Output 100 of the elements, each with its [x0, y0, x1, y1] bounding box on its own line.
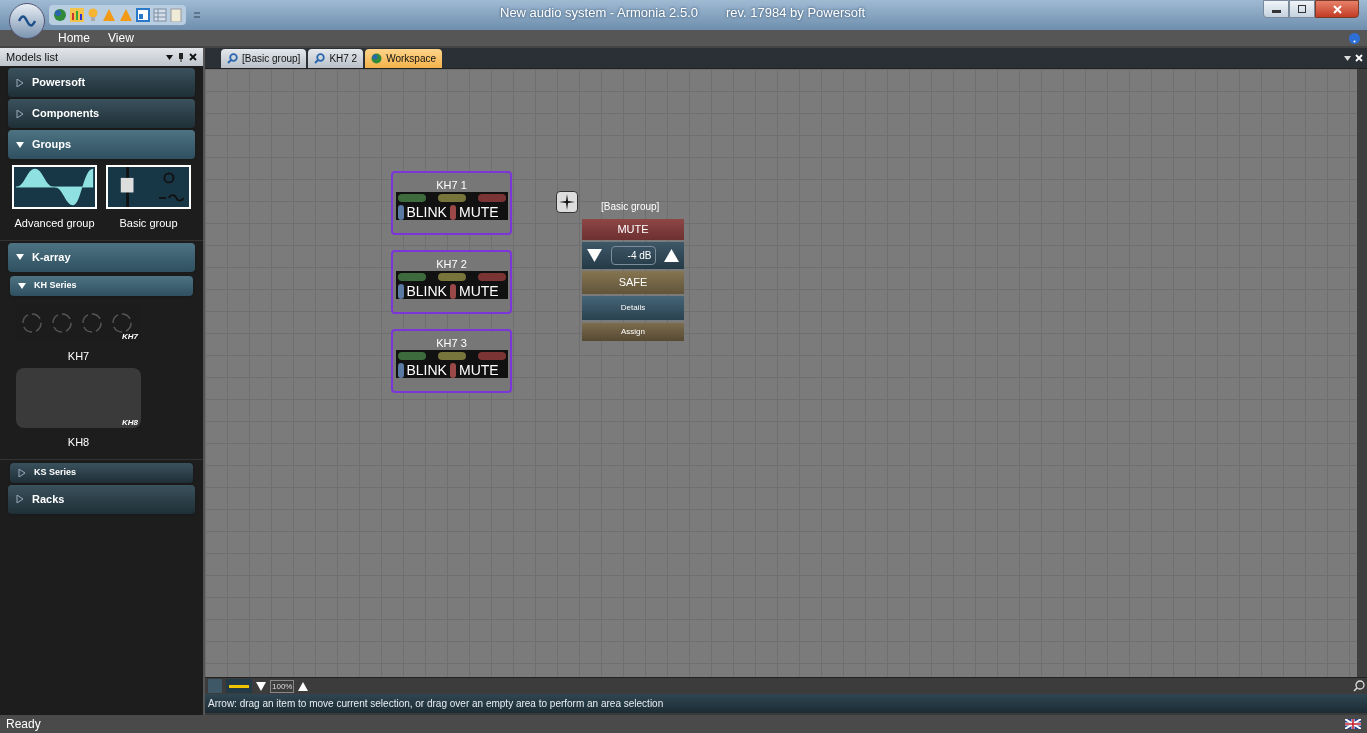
section-header[interactable]: Powersoft — [8, 68, 195, 97]
knob-icon — [81, 311, 103, 334]
indicator-icon — [397, 283, 404, 299]
device-title: KH7 2 — [436, 257, 467, 271]
help-icon[interactable] — [1349, 33, 1360, 44]
indicator-icon — [449, 204, 456, 220]
led-icon — [477, 352, 506, 360]
model-label: KH7 — [67, 348, 90, 364]
device-button[interactable]: MUTE — [449, 283, 499, 299]
collapsed-arrow-icon — [16, 78, 24, 87]
revision-label: rev. 17984 by Powersoft — [726, 4, 866, 22]
globe-icon — [371, 53, 383, 64]
restore-button[interactable] — [1289, 0, 1315, 18]
expanded-arrow-icon — [16, 140, 24, 149]
collapsed-arrow-icon — [16, 109, 24, 118]
device-button[interactable]: BLINK — [397, 362, 447, 378]
window-title: New audio system - Armonia 2.5.0 — [500, 4, 698, 22]
model-tile[interactable]: KH7 KH7 — [16, 303, 141, 364]
led-icon — [397, 352, 426, 360]
model-tile[interactable]: KH8 KH8 — [16, 368, 141, 451]
search-icon[interactable] — [1353, 680, 1365, 692]
vertical-scrollbar[interactable] — [1357, 69, 1367, 677]
globe-icon[interactable] — [53, 8, 67, 22]
document-tab[interactable]: Workspace — [365, 49, 442, 68]
model-label: KH8 — [67, 435, 90, 450]
device-button[interactable]: MUTE — [449, 362, 499, 378]
search-icon — [314, 53, 326, 64]
model-tile[interactable]: Basic group — [106, 165, 191, 232]
document-tab[interactable]: [Basic group] — [221, 49, 307, 68]
indicator-icon — [449, 362, 456, 378]
model-label: Basic group — [119, 216, 178, 231]
device-button[interactable]: MUTE — [449, 204, 499, 220]
led-icon — [397, 273, 426, 281]
panel-title: Models list — [6, 49, 58, 65]
document-tab[interactable]: KH7 2 — [308, 49, 364, 68]
window-icon[interactable] — [136, 8, 150, 22]
chart-icon[interactable] — [70, 8, 84, 22]
gain-field[interactable]: -4 dB — [610, 246, 656, 265]
subsection-header[interactable]: KS Series — [10, 462, 193, 483]
assign-button[interactable]: Assign — [582, 323, 684, 341]
clipboard-icon[interactable] — [170, 8, 182, 22]
group-handle[interactable] — [556, 191, 578, 213]
minimize-button[interactable] — [1263, 0, 1289, 18]
status-text: Ready — [6, 716, 41, 733]
zoom-level[interactable]: 100% — [270, 679, 295, 693]
device-node[interactable]: KH7 3 BLINK MUTE — [391, 329, 512, 393]
device-node[interactable]: KH7 1 BLINK MUTE — [391, 171, 512, 235]
device-title: KH7 3 — [436, 336, 467, 350]
fader-thumbnail-icon — [106, 165, 191, 209]
details-button[interactable]: Details — [582, 296, 684, 320]
dropdown-icon[interactable] — [166, 54, 173, 60]
device-button[interactable]: BLINK — [397, 283, 447, 299]
collapsed-arrow-icon — [18, 468, 26, 477]
device-node[interactable]: KH7 2 BLINK MUTE — [391, 250, 512, 314]
workspace-canvas[interactable]: KH7 1 BLINK MUTE KH7 2 BLINK MUTE KH7 3 BLINK MUTE [Basic group] MUTE -4 dB SAFE Details Assign — [205, 69, 1357, 677]
close-icon — [1332, 4, 1342, 14]
dropdown-icon[interactable] — [1344, 56, 1351, 61]
led-icon — [437, 352, 466, 360]
collapsed-arrow-icon — [16, 495, 24, 503]
mute-button[interactable]: MUTE — [582, 219, 684, 240]
indicator-icon — [449, 283, 456, 299]
section-header[interactable]: Groups — [8, 130, 195, 159]
expanded-arrow-icon — [18, 281, 26, 290]
safe-button[interactable]: SAFE — [582, 271, 684, 294]
decrease-icon[interactable] — [587, 249, 602, 262]
section-header[interactable]: Components — [8, 99, 195, 128]
subsection-header[interactable]: KH Series — [10, 275, 193, 296]
knob-icon — [51, 311, 73, 334]
knob-icon — [111, 311, 133, 334]
ribbon-tab[interactable]: Home — [58, 29, 90, 47]
search-icon — [227, 53, 238, 64]
led-icon — [477, 194, 506, 202]
wave-thumbnail-icon — [12, 165, 97, 209]
indicator-icon — [397, 362, 404, 378]
pin-icon[interactable] — [178, 52, 184, 62]
close-icon[interactable] — [189, 53, 197, 61]
section-header[interactable]: K-array — [8, 242, 195, 272]
increase-icon[interactable] — [664, 249, 679, 262]
wave-logo-icon — [18, 15, 36, 27]
flag-icon[interactable] — [1345, 719, 1361, 729]
grid-toggle-icon[interactable] — [208, 679, 222, 693]
group-title: [Basic group] — [601, 200, 660, 214]
expanded-arrow-icon — [16, 253, 24, 261]
device-title: KH7 1 — [436, 178, 467, 192]
model-tile[interactable]: Advanced group — [12, 165, 97, 232]
line-style-button[interactable] — [226, 679, 252, 693]
knob-icon — [21, 311, 43, 334]
close-button[interactable] — [1315, 0, 1359, 18]
zoom-in-icon[interactable] — [298, 681, 309, 691]
led-icon — [437, 194, 466, 202]
ribbon-tab[interactable]: View — [108, 29, 134, 47]
led-icon — [437, 273, 466, 281]
section-header[interactable]: Racks — [8, 484, 195, 514]
zoom-out-icon[interactable] — [256, 681, 266, 691]
led-icon — [397, 194, 426, 202]
app-menu-button[interactable] — [9, 3, 45, 39]
model-code-label: KH8 — [122, 418, 138, 427]
device-button[interactable]: BLINK — [397, 204, 447, 220]
model-code-label: KH7 — [122, 331, 138, 341]
hint-text: Arrow: drag an item to move current selection, or drag over an empty area to perform an area selection — [208, 697, 664, 711]
